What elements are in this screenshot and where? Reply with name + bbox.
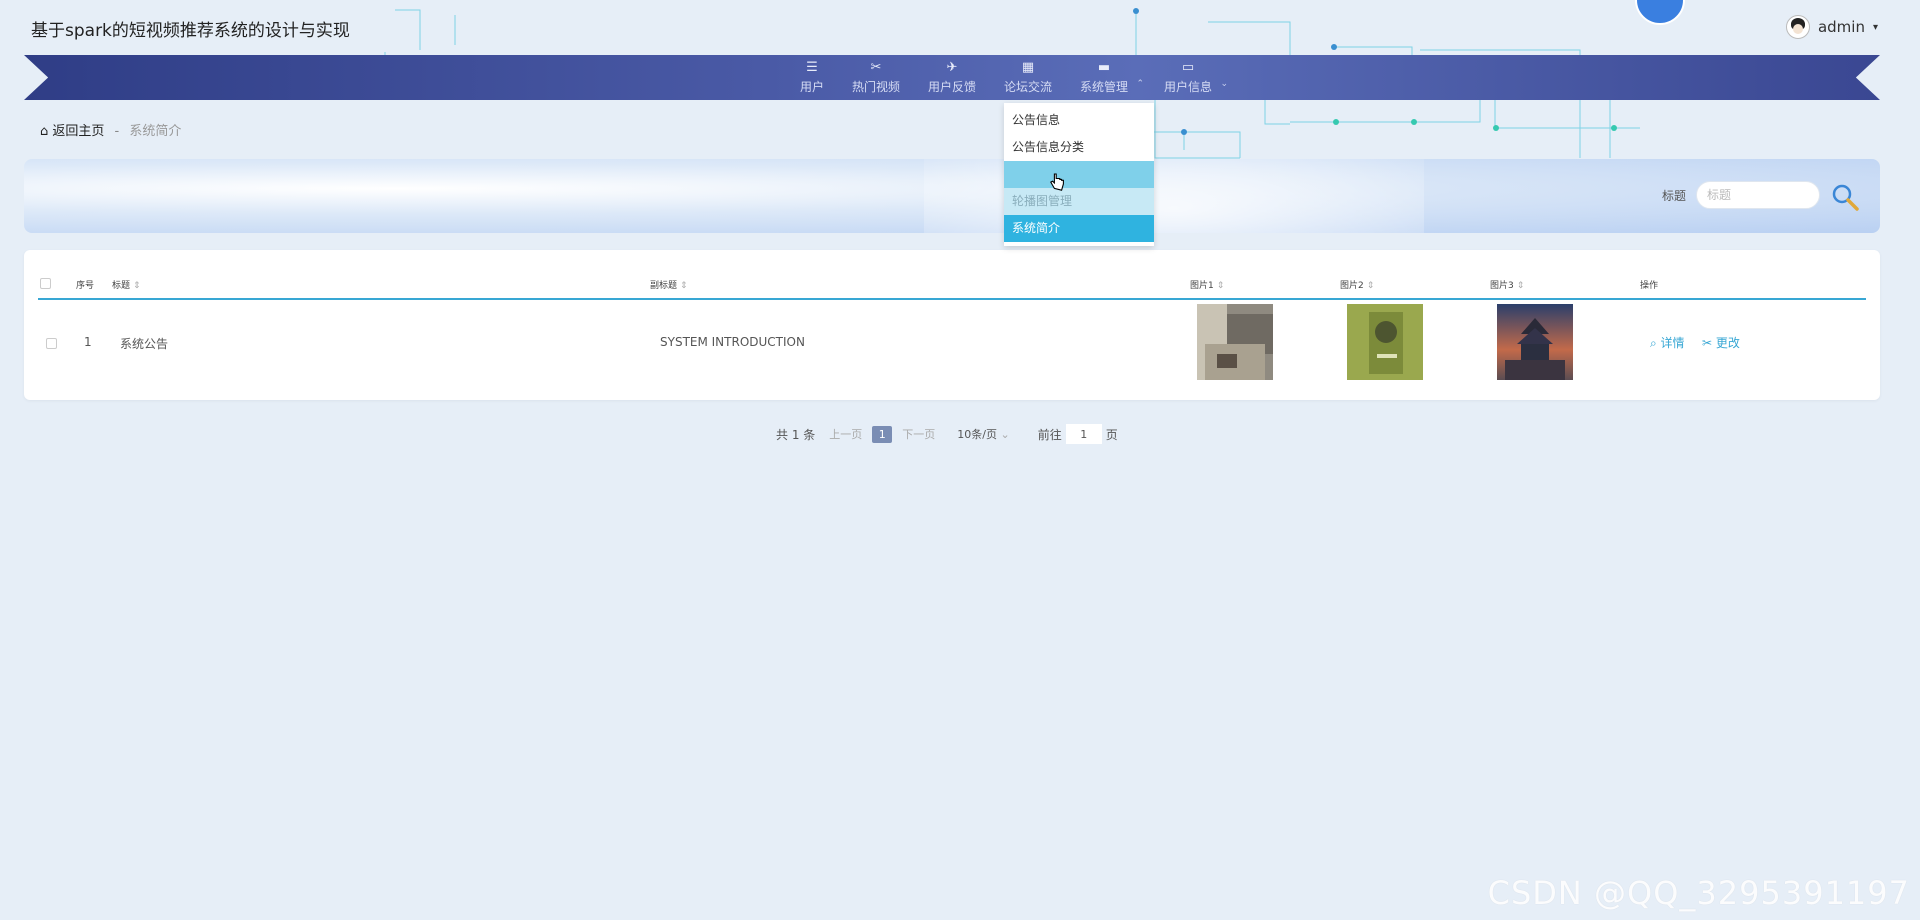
col-image1-label: 图片1 xyxy=(1190,281,1214,291)
top-bar: 基于spark的短视频推荐系统的设计与实现 admin ▾ xyxy=(0,0,1920,55)
col-subtitle-label: 副标题 xyxy=(650,281,678,291)
search-input[interactable] xyxy=(1696,181,1820,209)
col-image3-label: 图片3 xyxy=(1490,281,1514,291)
pager-size-label: 10条/页 xyxy=(957,428,997,441)
row-checkbox[interactable] xyxy=(46,338,57,349)
col-image3[interactable]: 图片3 ⇕ xyxy=(1490,278,1524,291)
breadcrumb: ⌂ 返回主页 - 系统简介 xyxy=(40,120,181,139)
cell-index: 1 xyxy=(84,335,92,349)
grid-icon: ▦ xyxy=(1021,60,1035,75)
pager-total: 共 1 条 xyxy=(776,427,816,442)
breadcrumb-home[interactable]: ⌂ 返回主页 xyxy=(40,124,104,139)
nav-label: 用户 xyxy=(799,80,824,94)
col-actions: 操作 xyxy=(1640,281,1659,291)
nav-item-system[interactable]: ▬ 系统管理 ⌃ xyxy=(1066,55,1150,100)
nav-item-feedback[interactable]: ✈ 用户反馈 xyxy=(914,55,990,100)
table-row: 1 系统公告 SYSTEM INTRODUCTION ⌕ 详情 ✂ 更改 xyxy=(38,302,1866,382)
cell-subtitle: SYSTEM INTRODUCTION xyxy=(660,335,805,349)
search-banner xyxy=(24,159,1880,233)
col-image2[interactable]: 图片2 ⇕ xyxy=(1340,278,1374,291)
table-card: 序号 标题 ⇕ 副标题 ⇕ 图片1 ⇕ 图片2 ⇕ 图片3 ⇕ 操作 1 系统公告 SYS… xyxy=(24,250,1880,400)
sort-icon[interactable]: ⇕ xyxy=(1217,281,1225,291)
paper-plane-icon: ✈ xyxy=(946,60,958,75)
sort-icon[interactable]: ⇕ xyxy=(1367,281,1375,291)
detail-button[interactable]: ⌕ 详情 xyxy=(1650,334,1685,351)
nav-item-users[interactable]: ☰ 用户 xyxy=(786,55,838,100)
pager-page-1[interactable]: 1 xyxy=(872,425,893,443)
watermark: CSDN @QQ_3295391197 xyxy=(1487,874,1910,912)
edit-button[interactable]: ✂ 更改 xyxy=(1702,334,1740,351)
nav-label: 用户反馈 xyxy=(927,80,976,94)
nav-item-user-info[interactable]: ▭ 用户信息 ⌄ xyxy=(1150,55,1234,100)
pager-goto-input[interactable] xyxy=(1065,424,1102,444)
col-image1[interactable]: 图片1 ⇕ xyxy=(1190,278,1224,291)
cell-title: 系统公告 xyxy=(120,337,169,351)
hand-cursor-icon xyxy=(1050,173,1064,191)
nav-item-forum[interactable]: ▦ 论坛交流 xyxy=(990,55,1066,100)
select-all-checkbox[interactable] xyxy=(40,278,51,289)
detail-label: 详情 xyxy=(1660,336,1685,350)
sort-icon[interactable]: ⇕ xyxy=(133,281,141,291)
col-title-label: 标题 xyxy=(112,281,131,291)
list-icon: ☰ xyxy=(806,60,818,75)
card-icon: ▭ xyxy=(1181,60,1195,75)
system-menu-dropdown: 公告信息 公告信息分类 轮播图管理 系统简介 xyxy=(1004,103,1154,246)
pager-next-button[interactable]: 下一页 xyxy=(902,426,935,442)
caret-down-icon: ▾ xyxy=(1872,21,1878,33)
menu-item-hovered[interactable] xyxy=(1004,161,1154,188)
sort-icon[interactable]: ⇕ xyxy=(680,281,688,291)
search-icon[interactable] xyxy=(1830,182,1860,212)
menu-item-system-intro[interactable]: 系统简介 xyxy=(1004,215,1154,242)
menu-item-notice-category[interactable]: 公告信息分类 xyxy=(1004,134,1154,161)
thumbnail-image-1[interactable] xyxy=(1197,304,1273,380)
pagination: 共 1 条 上一页 1 下一页 10条/页 ⌄ 前往 页 xyxy=(776,424,1118,444)
nav-label: 用户信息 xyxy=(1164,80,1213,94)
col-subtitle[interactable]: 副标题 ⇕ xyxy=(650,278,688,291)
sort-icon[interactable]: ⇕ xyxy=(1517,281,1525,291)
col-image2-label: 图片2 xyxy=(1340,281,1364,291)
ticket-icon: ✂ xyxy=(870,60,882,75)
pager-prev-button[interactable]: 上一页 xyxy=(829,426,862,442)
main-nav: ☰ 用户 ✂ 热门视频 ✈ 用户反馈 ▦ 论坛交流 ▬ 系统管理 ⌃ ▭ 用户信… xyxy=(0,55,1920,100)
col-index: 序号 xyxy=(76,281,95,291)
app-title: 基于spark的短视频推荐系统的设计与实现 xyxy=(31,21,350,41)
chevron-down-icon: ⌄ xyxy=(1000,428,1010,441)
pager-goto-suffix: 页 xyxy=(1105,427,1118,442)
thumbnail-image-3[interactable] xyxy=(1497,304,1573,380)
breadcrumb-current: 系统简介 xyxy=(129,124,182,139)
nav-label: 系统管理 xyxy=(1080,80,1129,94)
thumbnail-image-2[interactable] xyxy=(1347,304,1423,380)
chevron-up-icon: ⌃ xyxy=(1136,79,1145,89)
user-menu[interactable]: admin ▾ xyxy=(1785,15,1878,39)
username: admin xyxy=(1817,18,1865,36)
pager-size-select[interactable]: 10条/页 ⌄ xyxy=(957,426,1009,442)
pager-goto-prefix: 前往 xyxy=(1037,427,1062,442)
chevron-down-icon: ⌄ xyxy=(1220,79,1229,89)
breadcrumb-home-label: 返回主页 xyxy=(52,124,105,139)
avatar xyxy=(1785,15,1810,39)
server-icon: ▬ xyxy=(1097,60,1111,75)
menu-item-carousel[interactable]: 轮播图管理 xyxy=(1004,188,1154,215)
col-title[interactable]: 标题 ⇕ xyxy=(112,278,141,291)
breadcrumb-separator: - xyxy=(114,124,120,139)
search-label: 标题 xyxy=(1662,189,1687,203)
edit-label: 更改 xyxy=(1715,336,1740,350)
menu-item-notice[interactable]: 公告信息 xyxy=(1004,107,1154,134)
nav-label: 热门视频 xyxy=(851,80,900,94)
nav-label: 论坛交流 xyxy=(1004,80,1053,94)
table-header: 序号 标题 ⇕ 副标题 ⇕ 图片1 ⇕ 图片2 ⇕ 图片3 ⇕ 操作 xyxy=(38,266,1866,300)
nav-item-hot-videos[interactable]: ✂ 热门视频 xyxy=(838,55,914,100)
